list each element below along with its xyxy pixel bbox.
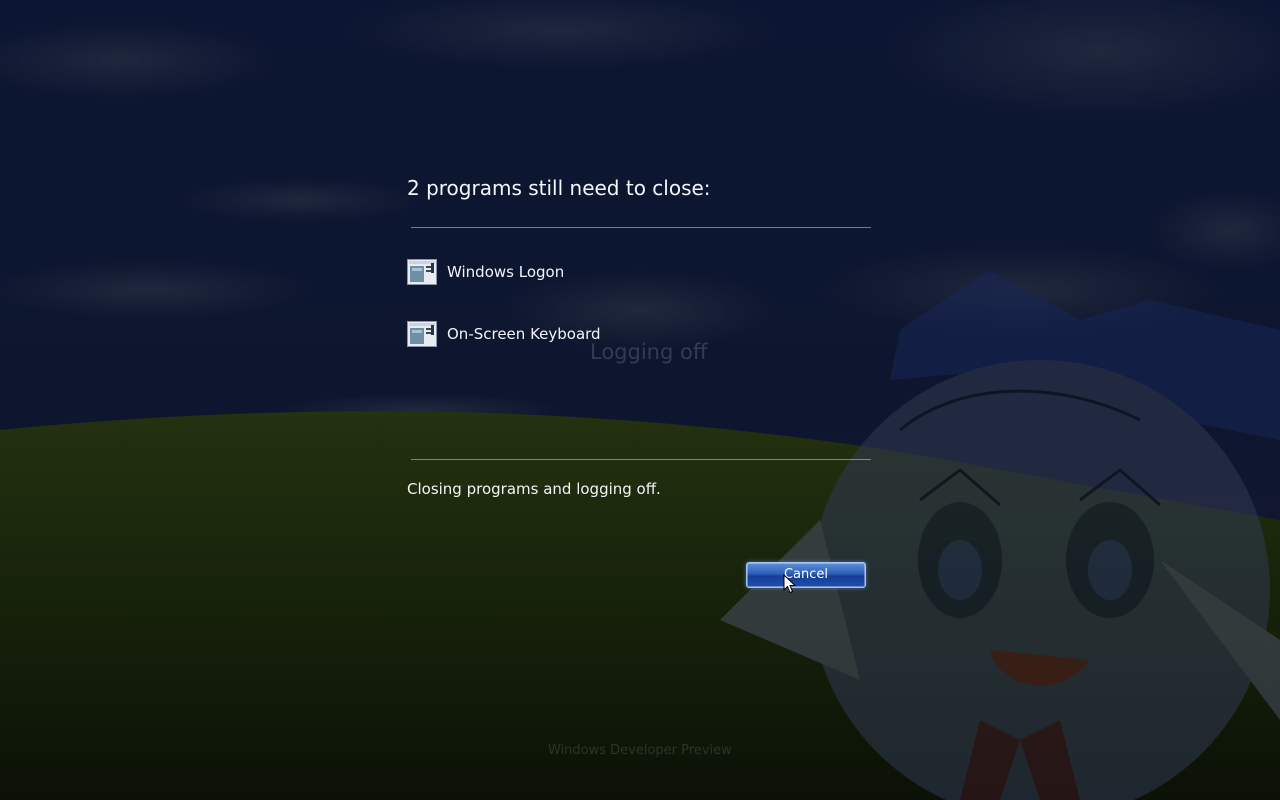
program-label: Windows Logon: [447, 263, 565, 281]
application-window-icon: [407, 321, 437, 347]
watermark-text: Windows Developer Preview: [548, 743, 732, 758]
program-label: On-Screen Keyboard: [447, 325, 601, 343]
mouse-pointer-icon: [783, 573, 797, 594]
application-window-icon: [407, 259, 437, 285]
divider: [411, 227, 871, 228]
divider: [411, 459, 871, 460]
status-text: Closing programs and logging off.: [407, 480, 661, 498]
cancel-button[interactable]: Cancel: [746, 562, 866, 588]
close-programs-dialog: 2 programs still need to close: Windows …: [407, 170, 871, 590]
program-item-on-screen-keyboard: On-Screen Keyboard: [407, 321, 601, 347]
dialog-title: 2 programs still need to close:: [407, 176, 711, 200]
program-item-windows-logon: Windows Logon: [407, 259, 564, 285]
logoff-screen: Logging off Windows Developer Preview 2 …: [0, 0, 1280, 800]
